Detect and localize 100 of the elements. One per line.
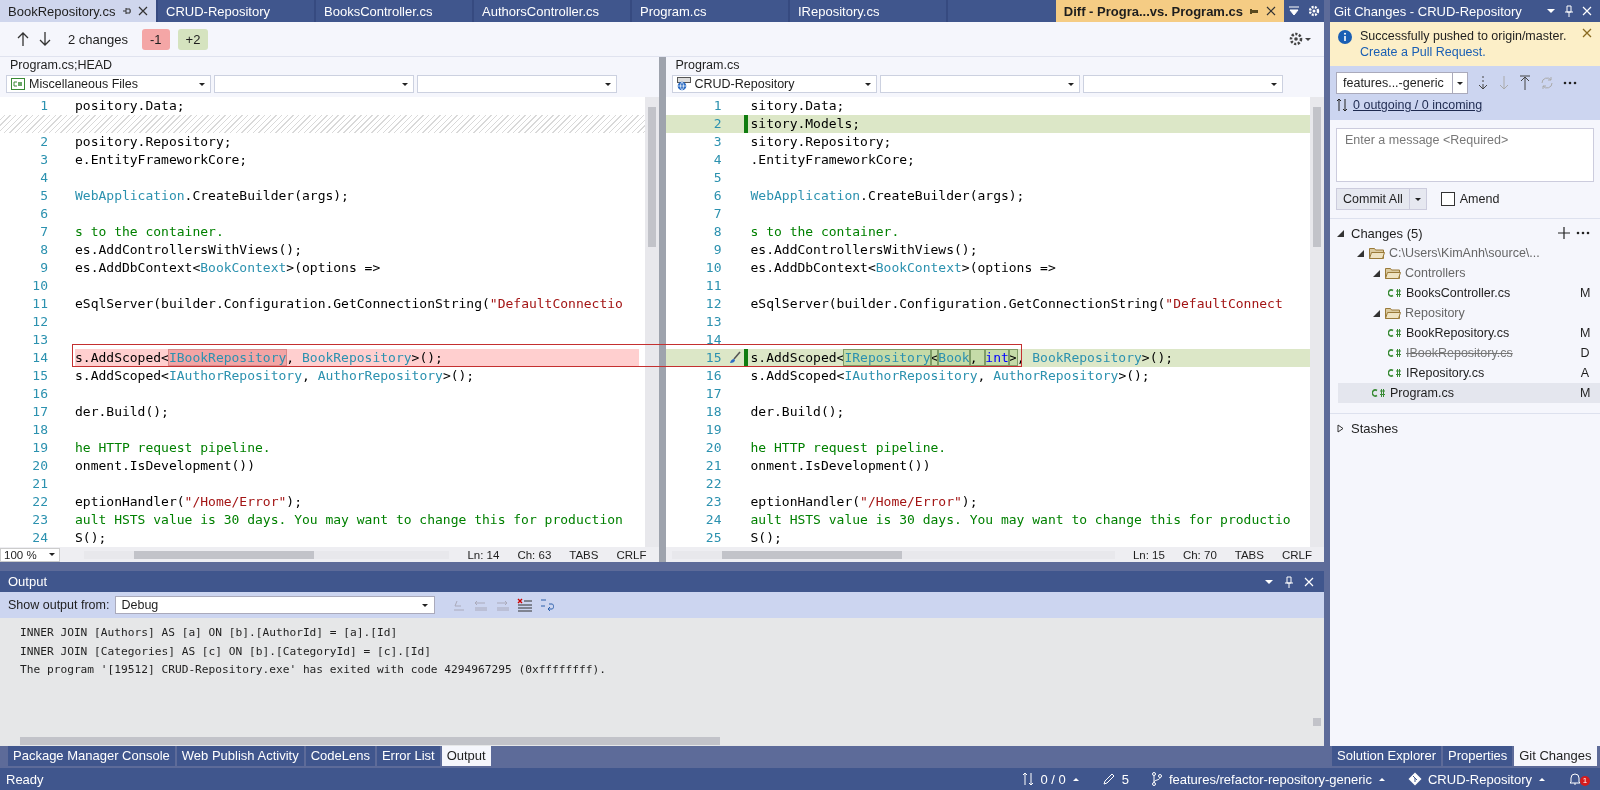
tree-item[interactable]: BookRepository.cs M bbox=[1338, 323, 1600, 343]
line-number: 19 bbox=[32, 440, 48, 455]
repository-selector[interactable]: CRUD-Repository bbox=[1407, 771, 1546, 787]
panel-tab[interactable]: Error List bbox=[376, 746, 440, 766]
tree-item[interactable]: Controllers bbox=[1338, 263, 1600, 283]
dropdown-icon[interactable] bbox=[1264, 577, 1274, 586]
word-wrap-icon[interactable] bbox=[539, 598, 556, 612]
pull-request-link[interactable]: Create a Pull Request. bbox=[1360, 45, 1486, 59]
pin-icon[interactable] bbox=[122, 6, 132, 16]
panel-tab[interactable]: Properties bbox=[1443, 746, 1513, 766]
scrollbar[interactable] bbox=[671, 550, 1115, 559]
panel-tab[interactable]: CodeLens bbox=[305, 746, 375, 766]
line-number: 21 bbox=[32, 476, 48, 491]
scrollbar[interactable] bbox=[644, 97, 659, 547]
panel-tab[interactable]: Web Publish Activity bbox=[176, 746, 304, 766]
tree-item[interactable]: BooksController.cs M bbox=[1338, 283, 1600, 303]
line-number: 10 bbox=[705, 260, 722, 275]
expander-icon[interactable] bbox=[1372, 308, 1381, 318]
tree-item[interactable]: Program.cs M bbox=[1338, 383, 1600, 403]
tree-item[interactable]: IBookRepository.cs D bbox=[1338, 343, 1600, 363]
pending-changes[interactable]: 5 bbox=[1101, 771, 1129, 787]
close-icon[interactable] bbox=[138, 6, 148, 16]
panel-tab[interactable]: Solution Explorer bbox=[1332, 746, 1441, 766]
line-number: 15 bbox=[32, 368, 48, 383]
caret-icon bbox=[1413, 196, 1422, 202]
dropdown-icon[interactable] bbox=[1546, 7, 1556, 15]
code-line: eptionHandler("/Home/Error"); bbox=[750, 493, 978, 511]
clear-all-icon[interactable] bbox=[517, 598, 534, 612]
dropdown-icon[interactable] bbox=[1288, 5, 1300, 17]
settings-icon[interactable] bbox=[1308, 5, 1320, 17]
more-icon[interactable] bbox=[1563, 81, 1577, 85]
csharp-file-icon bbox=[11, 78, 25, 90]
line-number: 7 bbox=[40, 224, 48, 239]
amend-label: Amend bbox=[1459, 192, 1500, 206]
caret-icon bbox=[48, 552, 56, 557]
line-number: 2 bbox=[713, 116, 722, 131]
fetch-icon[interactable] bbox=[1477, 75, 1489, 91]
branch-selector[interactable]: features/refactor-repository-generic bbox=[1150, 771, 1386, 787]
zoom-dropdown[interactable]: 100 % bbox=[0, 547, 60, 562]
output-source-dropdown[interactable]: Debug bbox=[115, 596, 436, 614]
line-number: 20 bbox=[705, 440, 722, 455]
line-number: 12 bbox=[32, 314, 48, 329]
project-dropdown[interactable]: Miscellaneous Files bbox=[6, 75, 211, 93]
info-icon bbox=[1338, 30, 1352, 44]
line-number: 24 bbox=[32, 530, 48, 545]
file-title: Program.cs;HEAD bbox=[9, 57, 114, 74]
close-icon[interactable] bbox=[1582, 28, 1592, 38]
caret-icon bbox=[1538, 776, 1546, 782]
scrollbar[interactable] bbox=[0, 736, 1324, 746]
more-icon[interactable] bbox=[1576, 231, 1590, 235]
plus-icon[interactable] bbox=[1558, 227, 1570, 239]
panel-tab[interactable]: Output bbox=[441, 746, 491, 766]
commit-all-button[interactable]: Commit All bbox=[1336, 188, 1427, 210]
amend-checkbox[interactable] bbox=[1440, 192, 1455, 206]
added-count: +2 bbox=[177, 28, 209, 50]
line-number: 17 bbox=[32, 404, 48, 419]
settings-icon[interactable] bbox=[1288, 31, 1312, 47]
expander-icon[interactable] bbox=[1336, 228, 1345, 238]
arrow-up-icon[interactable] bbox=[16, 31, 30, 47]
notice-message: Successfully pushed to origin/master. bbox=[1360, 28, 1568, 44]
line-number: 19 bbox=[705, 422, 722, 437]
editor-tab[interactable]: BookRepository.cs bbox=[0, 0, 158, 22]
code-line: S(); bbox=[75, 529, 107, 547]
section-header[interactable]: Stashes bbox=[1351, 420, 1398, 436]
folder-icon bbox=[1369, 247, 1385, 259]
line-number: 8 bbox=[40, 242, 48, 257]
line-number: 4 bbox=[713, 152, 722, 167]
sync-status[interactable]: 0 / 0 bbox=[1022, 771, 1080, 787]
globe-icon bbox=[676, 77, 691, 91]
panel-tab[interactable]: Git Changes bbox=[1514, 746, 1597, 766]
commit-message-field[interactable]: Enter a message <Required> bbox=[1336, 128, 1594, 182]
code-line: es.AddControllersWithViews(); bbox=[75, 241, 302, 259]
close-icon[interactable] bbox=[1266, 6, 1276, 16]
tree-item[interactable]: IRepository.cs A bbox=[1338, 363, 1600, 383]
editor-status: Ch: 63 bbox=[517, 548, 552, 561]
tree-item[interactable]: Repository bbox=[1338, 303, 1600, 323]
brush-icon[interactable] bbox=[727, 351, 742, 365]
scrollbar[interactable] bbox=[84, 550, 450, 559]
panel-tab[interactable]: Package Manager Console bbox=[8, 746, 175, 766]
sync-arrows-icon bbox=[1336, 98, 1348, 112]
scrollbar[interactable] bbox=[1310, 97, 1324, 547]
line-number: 22 bbox=[705, 476, 722, 491]
line-number: 11 bbox=[32, 296, 48, 311]
project-dropdown[interactable]: CRUD-Repository bbox=[671, 75, 877, 93]
branch-dropdown[interactable]: features...-generic bbox=[1336, 72, 1468, 94]
code-line: der.Build(); bbox=[750, 403, 845, 421]
status-text: Ready bbox=[6, 771, 44, 787]
expander-icon[interactable] bbox=[1336, 423, 1345, 433]
line-number: 22 bbox=[32, 494, 48, 509]
code-line: es.AddControllersWithViews(); bbox=[750, 241, 978, 259]
arrow-down-icon[interactable] bbox=[38, 31, 52, 47]
branch-icon bbox=[1150, 772, 1163, 786]
push-icon[interactable] bbox=[1519, 75, 1531, 91]
tree-item[interactable]: C:\Users\KimAnh\source\... bbox=[1338, 243, 1600, 263]
section-header[interactable]: Changes (5) bbox=[1351, 225, 1423, 241]
editor-tab[interactable]: Diff - Progra...vs. Program.cs bbox=[1055, 0, 1284, 22]
pin-icon[interactable] bbox=[1249, 6, 1260, 16]
caret-icon bbox=[1071, 776, 1080, 782]
code-line: sitory.Repository; bbox=[750, 133, 892, 151]
sync-status-link[interactable]: 0 outgoing / 0 incoming bbox=[1353, 98, 1483, 112]
